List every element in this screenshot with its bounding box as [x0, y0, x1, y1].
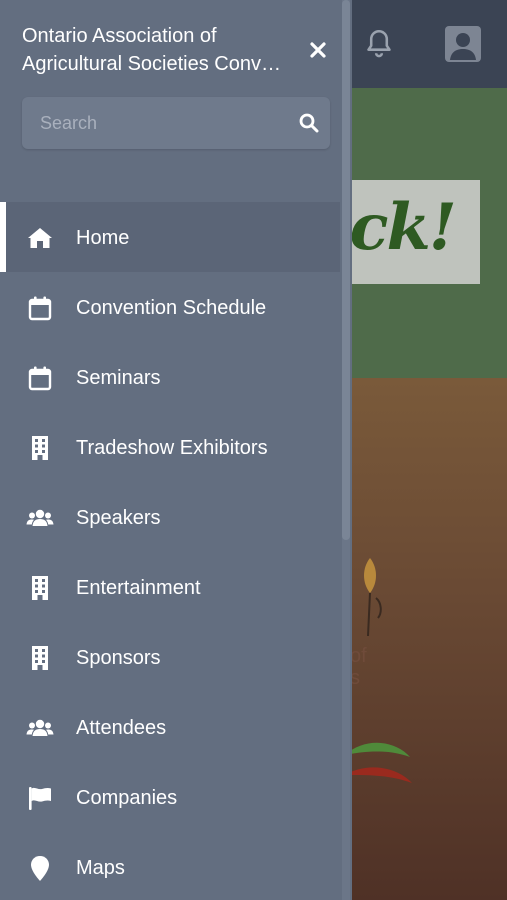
menu-item-entertainment[interactable]: Entertainment: [0, 552, 340, 622]
menu-item-label: Home: [76, 227, 130, 249]
app-title-line-1: Ontario Association of: [22, 25, 217, 47]
menu-item-tradeshow-exhibitors[interactable]: Tradeshow Exhibitors: [0, 412, 340, 482]
menu-item-home[interactable]: Home: [0, 202, 340, 272]
home-icon: [28, 228, 52, 248]
menu-item-label: Entertainment: [76, 577, 201, 599]
menu-item-label: Tradeshow Exhibitors: [76, 437, 268, 459]
avatar[interactable]: [445, 26, 481, 62]
logo-text-line: of: [350, 645, 367, 667]
search-icon[interactable]: [298, 112, 320, 134]
close-drawer-button[interactable]: [304, 36, 332, 64]
menu-item-label: Speakers: [76, 507, 161, 529]
building-icon: [32, 436, 48, 460]
menu-item-label: Companies: [76, 787, 178, 809]
menu-item-seminars[interactable]: Seminars: [0, 342, 340, 412]
logo-text: of s: [350, 645, 367, 689]
navigation-drawer: Ontario Association of Agricultural Soci…: [0, 0, 352, 900]
menu-item-label: Sponsors: [76, 647, 161, 669]
users-icon: [26, 719, 54, 736]
users-icon: [26, 509, 54, 526]
scrollbar-thumb[interactable]: [342, 0, 350, 540]
menu-item-companies[interactable]: Companies: [0, 762, 340, 832]
menu-item-label: Seminars: [76, 367, 161, 389]
bell-icon[interactable]: [362, 26, 396, 62]
menu-item-label: Maps: [76, 857, 125, 879]
menu-item-label: Attendees: [76, 717, 167, 739]
building-icon: [32, 576, 48, 600]
search-box: [22, 97, 330, 149]
menu-item-attendees[interactable]: Attendees: [0, 692, 340, 762]
menu-item-convention-schedule[interactable]: Convention Schedule: [0, 272, 340, 342]
app-title: Ontario Association of Agricultural Soci…: [22, 22, 312, 78]
calendar-icon: [28, 296, 52, 321]
close-icon: [310, 42, 326, 58]
wheat-logo-icon: [364, 558, 382, 637]
menu-item-maps[interactable]: Maps: [0, 832, 340, 900]
building-icon: [32, 646, 48, 670]
calendar-icon: [28, 366, 52, 391]
map-marker-icon: [31, 856, 49, 881]
menu-item-sponsors[interactable]: Sponsors: [0, 622, 340, 692]
menu-item-speakers[interactable]: Speakers: [0, 482, 340, 552]
leaf-logo-icon: [345, 742, 412, 783]
menu-item-label: Convention Schedule: [76, 297, 267, 319]
search-input[interactable]: [22, 97, 282, 149]
nav-menu: Home Convention Schedule Seminars Trades…: [0, 202, 340, 900]
logo-text-line: s: [350, 667, 360, 689]
user-icon: [450, 33, 476, 60]
flag-icon: [29, 787, 51, 810]
app-title-line-2: Agricultural Societies Conv…: [22, 53, 281, 75]
